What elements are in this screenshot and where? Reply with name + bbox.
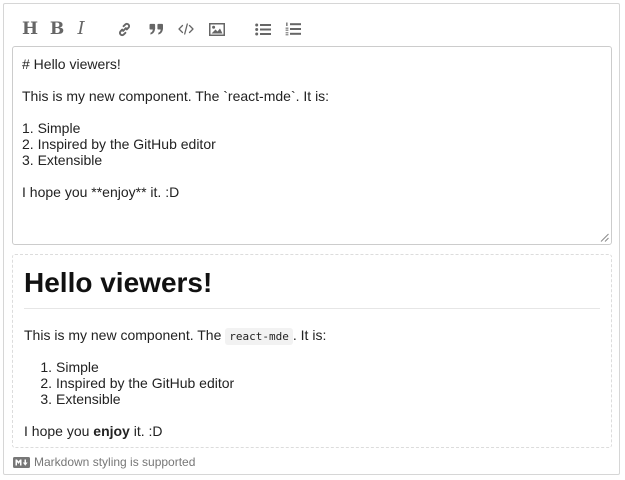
markdown-textarea[interactable] bbox=[13, 47, 611, 244]
resize-handle-icon[interactable] bbox=[600, 233, 609, 242]
bold-icon: B bbox=[49, 19, 65, 39]
bold-button[interactable]: B bbox=[46, 18, 68, 40]
closing-suffix: it. :D bbox=[129, 423, 163, 439]
image-button[interactable] bbox=[206, 18, 228, 40]
list-item: 1. Simple bbox=[24, 359, 234, 375]
link-button[interactable] bbox=[113, 18, 135, 40]
list-number: 3. bbox=[40, 391, 52, 407]
ordered-list-button[interactable] bbox=[282, 18, 304, 40]
code-button[interactable] bbox=[175, 18, 197, 40]
bold-text: enjoy bbox=[93, 423, 130, 439]
italic-button[interactable]: I bbox=[70, 18, 92, 40]
preview-intro: This is my new component. The react-mde.… bbox=[24, 327, 326, 345]
list-item: 3. Extensible bbox=[24, 391, 234, 407]
header-icon: H bbox=[21, 19, 39, 39]
list-item-text: Extensible bbox=[56, 391, 121, 407]
link-icon bbox=[118, 22, 130, 36]
footer-note: Markdown styling is supported bbox=[13, 455, 195, 469]
toolbar: H B I bbox=[4, 4, 619, 46]
image-icon bbox=[209, 22, 225, 36]
list-item-text: Inspired by the GitHub editor bbox=[56, 375, 235, 391]
closing-text: I hope you bbox=[24, 423, 94, 439]
list-number: 2. bbox=[40, 375, 52, 391]
editor-container bbox=[12, 46, 612, 245]
header-button[interactable]: H bbox=[19, 18, 41, 40]
footer-text: Markdown styling is supported bbox=[34, 455, 196, 469]
intro-text: This is my new component. The bbox=[24, 327, 226, 343]
markdown-icon bbox=[13, 456, 30, 468]
quote-icon bbox=[149, 23, 163, 35]
list-number: 1. bbox=[40, 359, 52, 375]
preview-closing: I hope you enjoy it. :D bbox=[24, 423, 163, 439]
italic-icon: I bbox=[77, 18, 85, 39]
preview-pane: Hello viewers! This is my new component.… bbox=[12, 254, 612, 448]
heading-divider bbox=[24, 308, 600, 309]
unordered-list-button[interactable] bbox=[252, 18, 274, 40]
preview-heading: Hello viewers! bbox=[24, 267, 213, 298]
inline-code: react-mde bbox=[225, 328, 293, 345]
code-icon bbox=[178, 23, 194, 35]
quote-button[interactable] bbox=[145, 18, 167, 40]
preview-ordered-list: 1. Simple 2. Inspired by the GitHub editor… bbox=[24, 359, 234, 407]
ordered-list-icon bbox=[285, 22, 301, 36]
markdown-editor: H B I # Hello viewers! This is my new co… bbox=[3, 3, 620, 475]
intro-suffix: . It is: bbox=[292, 327, 327, 343]
unordered-list-icon bbox=[255, 23, 271, 35]
list-item-text: Simple bbox=[56, 359, 99, 375]
list-item: 2. Inspired by the GitHub editor bbox=[24, 375, 234, 391]
